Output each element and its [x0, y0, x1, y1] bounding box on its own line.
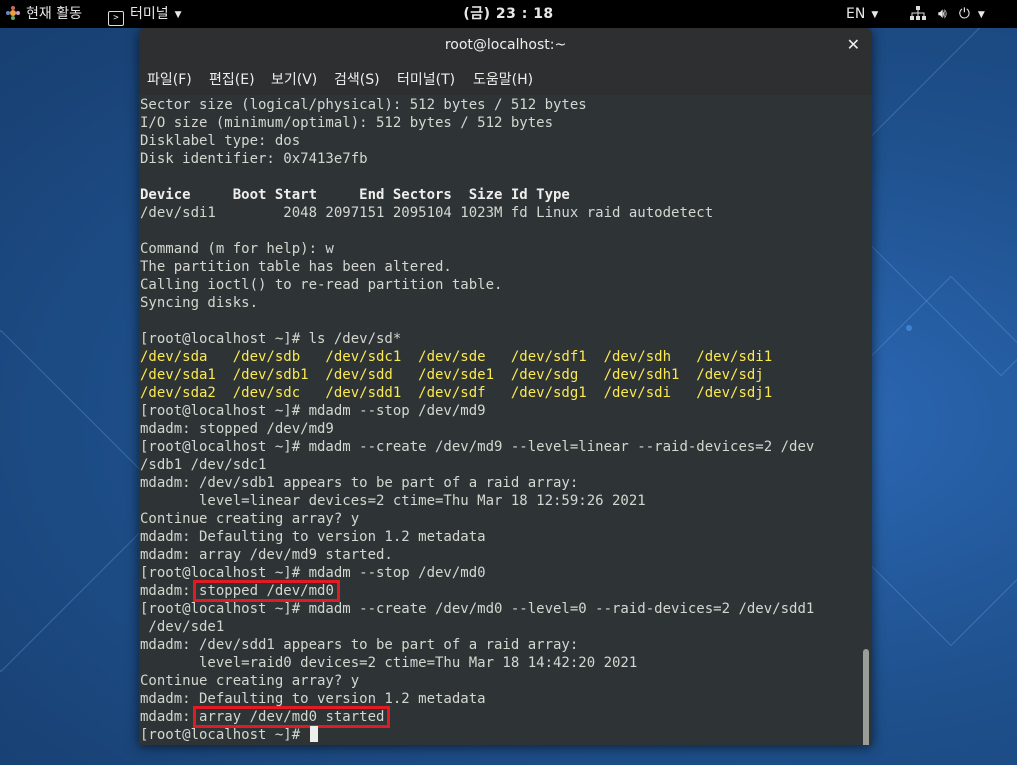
ls-output-row: /dev/sda2 /dev/sdc /dev/sdd1 /dev/sdf /d… — [140, 385, 773, 401]
close-button[interactable]: ✕ — [847, 28, 860, 62]
partition-row: /dev/sdi1 2048 2097151 2095104 1023M fd … — [140, 205, 714, 221]
terminal-line: Disk identifier: 0x7413e7fb — [140, 151, 368, 167]
language-label: EN — [846, 6, 866, 22]
terminal-line: I/O size (minimum/optimal): 512 bytes / … — [140, 115, 554, 131]
terminal-line: Continue creating array? y — [140, 511, 360, 527]
title-bar[interactable]: root@localhost:~ ✕ — [139, 28, 872, 66]
menu-terminal[interactable]: 터미널(T) — [397, 65, 455, 95]
terminal-window: root@localhost:~ ✕ 파일(F) 편집(E) 보기(V) 검색(… — [139, 28, 872, 745]
terminal-line: [root@localhost ~]# mdadm --create /dev/… — [140, 601, 815, 617]
menu-help[interactable]: 도움말(H) — [473, 65, 533, 95]
terminal-line: mdadm: Defaulting to version 1.2 metadat… — [140, 529, 486, 545]
terminal-line: [root@localhost ~]# mdadm --stop /dev/md… — [140, 403, 486, 419]
terminal-output[interactable]: Sector size (logical/physical): 512 byte… — [139, 95, 872, 745]
close-icon: ✕ — [846, 35, 860, 54]
terminal-line: mdadm: Defaulting to version 1.2 metadat… — [140, 691, 486, 707]
terminal-line: Command (m for help): w — [140, 241, 334, 257]
network-icon — [910, 0, 926, 28]
terminal-line: mdadm: /dev/sdb1 appears to be part of a… — [140, 475, 579, 491]
terminal-line: Disklabel type: dos — [140, 133, 301, 149]
input-language-menu[interactable]: EN ▼ — [846, 0, 878, 28]
highlighted-array-started: array /dev/md0 started — [193, 706, 391, 728]
terminal-line: level=linear devices=2 ctime=Thu Mar 18 … — [140, 493, 646, 509]
terminal-line: Calling ioctl() to re-read partition tab… — [140, 277, 503, 293]
highlighted-stopped-md0: stopped /dev/md0 — [193, 580, 340, 602]
terminal-line: [root@localhost ~]# ls /dev/sd* — [140, 331, 402, 347]
terminal-line: mdadm: stopped /dev/md9 — [140, 421, 334, 437]
terminal-line: mdadm: /dev/sdd1 appears to be part of a… — [140, 637, 579, 653]
terminal-line: [root@localhost ~]# mdadm --stop /dev/md… — [140, 565, 486, 581]
terminal-line: /sdb1 /dev/sdc1 — [140, 457, 267, 473]
terminal-line: /dev/sde1 — [140, 619, 225, 635]
terminal-line: Syncing disks. — [140, 295, 259, 311]
window-title: root@localhost:~ — [444, 37, 567, 53]
system-tray[interactable]: 🔊︎ ⏻ ▼ — [910, 0, 997, 28]
menu-search[interactable]: 검색(S) — [334, 65, 380, 95]
menu-file[interactable]: 파일(F) — [147, 65, 192, 95]
menu-edit[interactable]: 편집(E) — [209, 65, 255, 95]
terminal-line: mdadm: array /dev/md0 started — [140, 706, 862, 728]
menu-bar: 파일(F) 편집(E) 보기(V) 검색(S) 터미널(T) 도움말(H) — [139, 65, 872, 95]
terminal-line: [root@localhost ~]# mdadm --create /dev/… — [140, 439, 815, 455]
terminal-line: mdadm: stopped /dev/md0 — [140, 580, 862, 602]
terminal-line: Sector size (logical/physical): 512 byte… — [140, 97, 587, 113]
terminal-prompt: [root@localhost ~]# — [140, 726, 862, 744]
ls-output-row: /dev/sda /dev/sdb /dev/sdc1 /dev/sde /de… — [140, 349, 773, 365]
top-bar: 현재 활동 > 터미널 ▼ (금) 23 : 18 EN ▼ 🔊︎ ⏻ ▼ — [0, 0, 1017, 28]
chevron-down-icon: ▼ — [977, 10, 985, 20]
terminal-line: level=raid0 devices=2 ctime=Thu Mar 18 1… — [140, 655, 638, 671]
volume-icon: 🔊︎ — [938, 6, 947, 22]
text-cursor — [309, 726, 318, 742]
terminal-line: Continue creating array? y — [140, 673, 360, 689]
terminal-line: The partition table has been altered. — [140, 259, 452, 275]
partition-table-header: Device Boot Start End Sectors Size Id Ty… — [140, 187, 570, 203]
menu-view[interactable]: 보기(V) — [271, 65, 317, 95]
terminal-line: mdadm: array /dev/md9 started. — [140, 547, 393, 563]
scrollbar-thumb[interactable] — [863, 649, 869, 745]
power-icon: ⏻ — [958, 6, 970, 22]
ls-output-row: /dev/sda1 /dev/sdb1 /dev/sdd /dev/sde1 /… — [140, 367, 764, 383]
chevron-down-icon: ▼ — [871, 10, 879, 20]
